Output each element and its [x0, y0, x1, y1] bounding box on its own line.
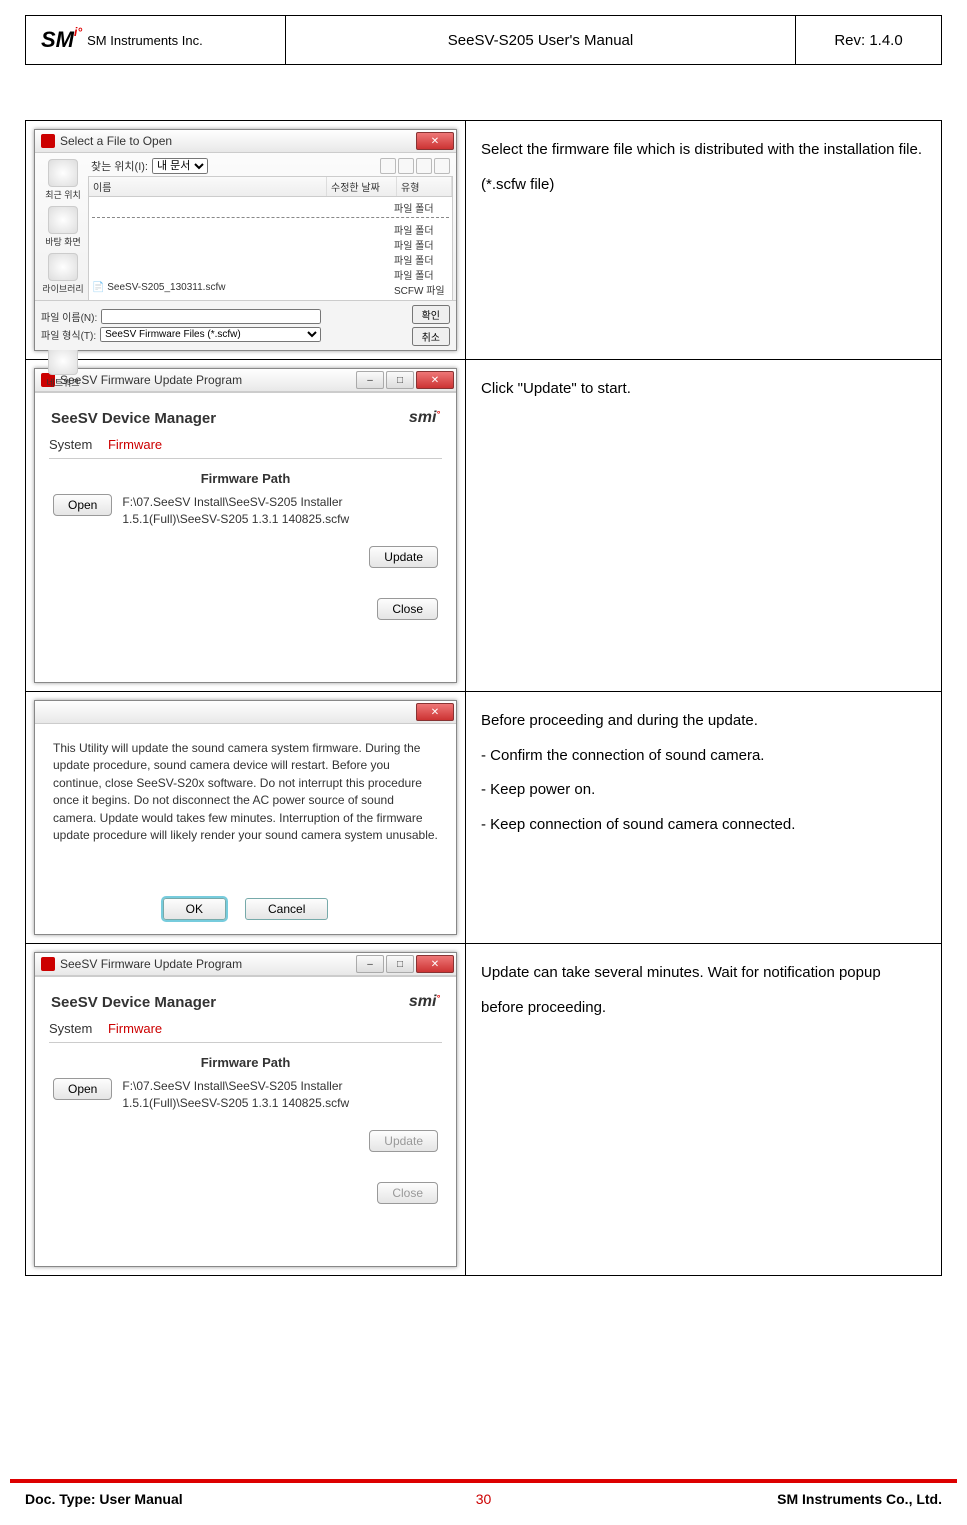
table-row: SeeSV Firmware Update Program – □ ✕ SeeS…: [26, 944, 942, 1276]
logo-text: SM Instruments Inc.: [87, 33, 203, 48]
views-icon[interactable]: [434, 158, 450, 174]
window-titlebar: SeeSV Firmware Update Program – □ ✕: [35, 369, 456, 392]
doc-footer: Doc. Type: User Manual 30 SM Instruments…: [0, 1479, 967, 1507]
logo-mark: SMi°: [41, 27, 82, 53]
close-button[interactable]: Close: [377, 598, 438, 620]
panel-title: Firmware Path: [53, 471, 438, 486]
folder-icon: [48, 253, 78, 281]
table-row: Select a File to Open ✕ 최근 위치바탕 화면라이브러리컴…: [26, 121, 942, 360]
cancel-file-button[interactable]: 취소: [412, 327, 450, 346]
places-item[interactable]: 라이브러리: [41, 253, 85, 295]
header-title: SeeSV-S205 User's Manual: [286, 16, 796, 64]
tab-system[interactable]: System: [49, 437, 92, 452]
window-title: SeeSV Firmware Update Program: [60, 957, 354, 971]
description-cell: Before proceeding and during the update.…: [466, 692, 942, 944]
update-button[interactable]: Update: [369, 546, 438, 568]
places-item[interactable]: 네트워크: [41, 347, 85, 389]
filetype-label: 파일 형식(T):: [41, 327, 96, 342]
places-item[interactable]: 바탕 화면: [41, 206, 85, 248]
tab-firmware[interactable]: Firmware: [108, 437, 162, 452]
folder-icon: [48, 347, 78, 375]
screenshot-cell: Select a File to Open ✕ 최근 위치바탕 화면라이브러리컴…: [26, 121, 466, 360]
up-icon[interactable]: [398, 158, 414, 174]
firmware-path-text: F:\07.SeeSV Install\SeeSV-S205 Installer…: [122, 494, 438, 528]
description-line: Before proceeding and during the update.: [481, 704, 926, 739]
doc-header: SMi° SM Instruments Inc. SeeSV-S205 User…: [25, 15, 942, 65]
smi-logo-icon: smi°: [409, 993, 440, 1011]
close-button: Close: [377, 1182, 438, 1204]
description-line: - Keep connection of sound camera connec…: [481, 808, 926, 843]
app-title: SeeSV Device Manager: [51, 410, 216, 427]
footer-doc-type: Doc. Type: User Manual: [25, 1491, 384, 1507]
open-button[interactable]: Open: [53, 1078, 112, 1100]
description-line: Select the firmware file which is distri…: [481, 133, 926, 168]
window-titlebar: SeeSV Firmware Update Program – □ ✕: [35, 953, 456, 976]
description-line: Click "Update" to start.: [481, 372, 926, 407]
footer-page-number: 30: [384, 1491, 584, 1507]
window-title: Select a File to Open: [60, 134, 414, 148]
tab-firmware[interactable]: Firmware: [108, 1021, 162, 1036]
confirm-message: This Utility will update the sound camer…: [35, 724, 456, 888]
table-row: SeeSV Firmware Update Program – □ ✕ SeeS…: [26, 360, 942, 692]
col-name[interactable]: 이름: [89, 177, 327, 196]
window-titlebar: ✕: [35, 701, 456, 724]
firmware-path-text: F:\07.SeeSV Install\SeeSV-S205 Installer…: [122, 1078, 438, 1112]
col-type[interactable]: 유형: [397, 177, 452, 196]
filename-input[interactable]: [101, 309, 321, 324]
header-rev: Rev: 1.4.0: [796, 16, 941, 64]
newfolder-icon[interactable]: [416, 158, 432, 174]
open-button[interactable]: Open: [53, 494, 112, 516]
app-icon: [41, 957, 55, 971]
ok-button[interactable]: OK: [163, 898, 226, 920]
cancel-button[interactable]: Cancel: [245, 898, 328, 920]
lookin-label: 찾는 위치(I):: [91, 158, 148, 174]
maximize-button[interactable]: □: [386, 955, 414, 973]
description-line: - Confirm the connection of sound camera…: [481, 739, 926, 774]
steps-table: Select a File to Open ✕ 최근 위치바탕 화면라이브러리컴…: [25, 120, 942, 1276]
footer-company: SM Instruments Co., Ltd.: [584, 1491, 943, 1507]
description-cell: Click "Update" to start.: [466, 360, 942, 692]
close-window-button[interactable]: ✕: [416, 132, 454, 150]
logo: SMi° SM Instruments Inc.: [41, 27, 203, 53]
maximize-button[interactable]: □: [386, 371, 414, 389]
update-button: Update: [369, 1130, 438, 1152]
description-line: - Keep power on.: [481, 773, 926, 808]
places-item[interactable]: 최근 위치: [41, 159, 85, 201]
screenshot-cell: SeeSV Firmware Update Program – □ ✕ SeeS…: [26, 360, 466, 692]
file-list[interactable]: 파일 폴더 파일 폴더파일 폴더파일 폴더파일 폴더📄 SeeSV-S205_1…: [88, 197, 453, 315]
logo-dot-icon: i°: [74, 25, 82, 39]
close-window-button[interactable]: ✕: [416, 371, 454, 389]
folder-icon: [48, 159, 78, 187]
description-cell: Select the firmware file which is distri…: [466, 121, 942, 360]
filetype-select[interactable]: SeeSV Firmware Files (*.scfw): [100, 327, 321, 342]
minimize-button[interactable]: –: [356, 955, 384, 973]
footer-divider: [10, 1479, 957, 1483]
file-list-header: 이름 수정한 날짜 유형: [88, 176, 453, 197]
window-titlebar: Select a File to Open ✕: [35, 130, 456, 153]
screenshot-cell: ✕ This Utility will update the sound cam…: [26, 692, 466, 944]
back-icon[interactable]: [380, 158, 396, 174]
lookin-select[interactable]: 내 문서: [152, 158, 208, 174]
description-line: Update can take several minutes. Wait fo…: [481, 956, 926, 1025]
close-window-button[interactable]: ✕: [416, 703, 454, 721]
table-row: ✕ This Utility will update the sound cam…: [26, 692, 942, 944]
open-file-button[interactable]: 확인: [412, 305, 450, 324]
places-bar: 최근 위치바탕 화면라이브러리컴퓨터네트워크: [38, 156, 88, 320]
description-cell: Update can take several minutes. Wait fo…: [466, 944, 942, 1276]
description-line: (*.scfw file): [481, 168, 926, 203]
folder-icon: [48, 206, 78, 234]
col-date[interactable]: 수정한 날짜: [327, 177, 397, 196]
app-title: SeeSV Device Manager: [51, 994, 216, 1011]
header-logo-cell: SMi° SM Instruments Inc.: [26, 16, 286, 64]
minimize-button[interactable]: –: [356, 371, 384, 389]
close-window-button[interactable]: ✕: [416, 955, 454, 973]
smi-logo-icon: smi°: [409, 409, 440, 427]
window-title: SeeSV Firmware Update Program: [60, 373, 354, 387]
tab-system[interactable]: System: [49, 1021, 92, 1036]
panel-title: Firmware Path: [53, 1055, 438, 1070]
screenshot-cell: SeeSV Firmware Update Program – □ ✕ SeeS…: [26, 944, 466, 1276]
filename-label: 파일 이름(N):: [41, 309, 97, 324]
app-icon: [41, 134, 55, 148]
